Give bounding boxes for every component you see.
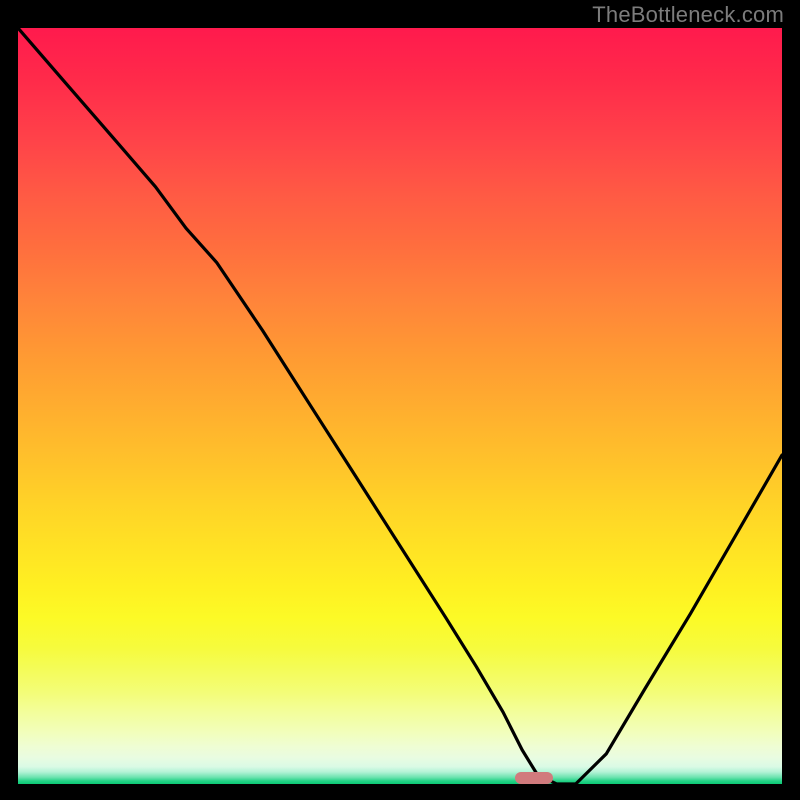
watermark-label: TheBottleneck.com	[592, 2, 784, 28]
bottleneck-curve-path	[18, 28, 782, 784]
optimal-zone-marker	[515, 772, 553, 784]
bottleneck-curve-svg	[18, 28, 782, 784]
chart-frame: TheBottleneck.com	[0, 0, 800, 800]
